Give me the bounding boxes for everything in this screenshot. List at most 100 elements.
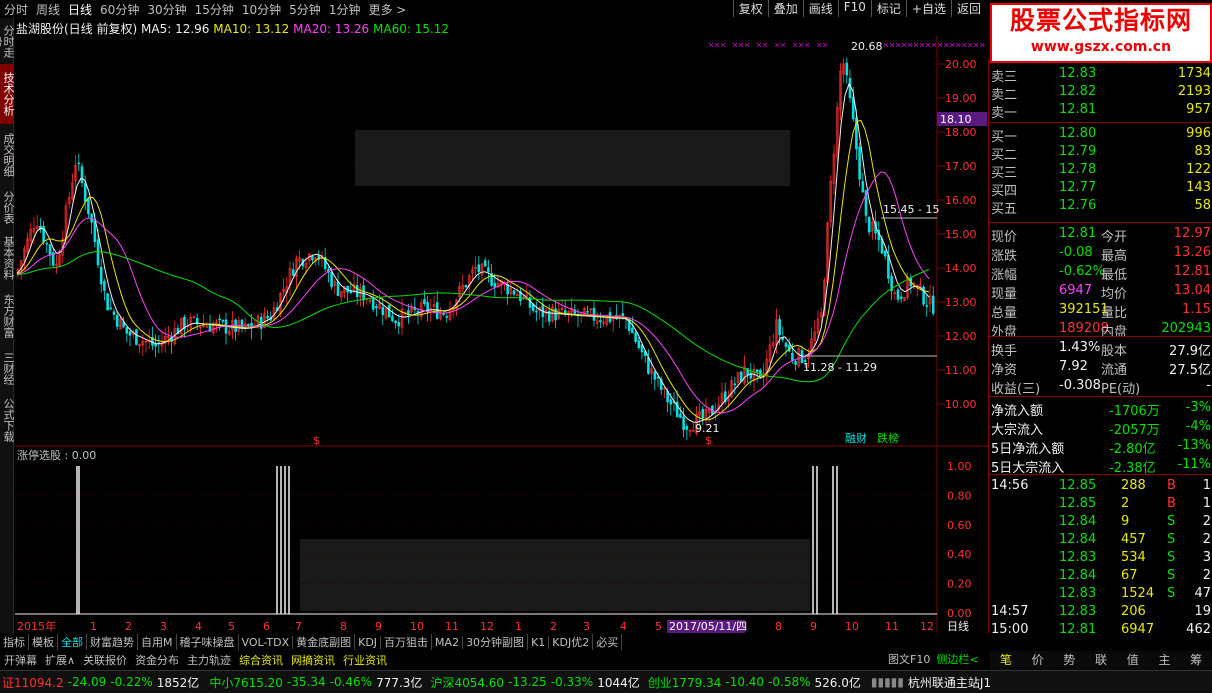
candle-body: [599, 320, 602, 322]
overlay-button[interactable]: 叠加: [767, 0, 803, 17]
x-axis-label: 2015年: [17, 619, 56, 633]
vtab-fenshi[interactable]: 分时走势: [0, 20, 15, 62]
info-tab[interactable]: 综合资讯: [235, 652, 287, 668]
indicator-tab[interactable]: 自用M: [138, 634, 177, 650]
vtab-tech[interactable]: 技术分析: [0, 64, 15, 124]
indicator-tab[interactable]: 财富趋势: [87, 634, 138, 650]
candle-body: [701, 408, 705, 419]
vtab-deals[interactable]: 成交明细: [0, 126, 15, 184]
f10-button[interactable]: F10: [837, 0, 871, 17]
panel-tab[interactable]: 势: [1053, 651, 1085, 670]
vtab-eastmoney[interactable]: 东方财富: [0, 288, 15, 344]
tab-daily[interactable]: 日线: [64, 1, 96, 18]
mark-button[interactable]: 标记: [870, 0, 906, 17]
panel-tab[interactable]: 主: [1149, 651, 1181, 670]
panel-tab[interactable]: 价: [1022, 651, 1054, 670]
info-tab[interactable]: 主力轨迹: [183, 652, 235, 668]
zx-index[interactable]: 中小7615.20: [207, 674, 285, 691]
info-tab[interactable]: 开弹幕: [0, 652, 41, 668]
tab-15min[interactable]: 15分钟: [191, 1, 238, 18]
x-axis-label: 2: [125, 620, 132, 633]
info-tab[interactable]: 资金分布: [131, 652, 183, 668]
tick-side: S: [1167, 514, 1176, 529]
bid-level-label: 买五: [991, 202, 1018, 217]
indicator-tab[interactable]: 模板: [29, 634, 58, 650]
indicator-tab[interactable]: 30分钟副图: [463, 634, 529, 650]
hs-index[interactable]: 沪深4054.60: [428, 674, 506, 691]
cy-index[interactable]: 创业1779.34: [646, 674, 724, 691]
candle-body: [48, 244, 52, 256]
ytick-label: 14.00: [945, 262, 977, 275]
info-tab[interactable]: 网摘资讯: [287, 652, 339, 668]
f10-text-button[interactable]: 图文F10: [888, 651, 930, 667]
candle-body: [135, 329, 138, 345]
indicator-tab[interactable]: 稽子味操盘: [177, 634, 239, 650]
info-tab[interactable]: 扩展∧: [41, 652, 79, 668]
candle-body: [621, 313, 625, 317]
ask-row: 卖二 12.82 2193: [991, 84, 1212, 103]
tab-30min[interactable]: 30分钟: [143, 1, 190, 18]
indicator-tab[interactable]: K1: [528, 635, 550, 649]
tab-more[interactable]: 更多 >: [364, 1, 410, 18]
stat-value: 1.15: [1182, 302, 1211, 317]
add-watchlist-button[interactable]: +自选: [905, 0, 951, 17]
cy-amount: 526.0亿: [814, 675, 861, 690]
fuquan-button[interactable]: 复权: [732, 0, 768, 17]
stat-label: 今开: [1101, 230, 1128, 245]
tag-rongcai[interactable]: 融财: [845, 431, 867, 445]
candle-body: [112, 311, 116, 315]
panel-tabs: 笔价势联值主筹: [990, 651, 1212, 670]
draw-button[interactable]: 画线: [802, 0, 838, 17]
candle-body: [851, 97, 855, 120]
bid-price: 12.78: [1059, 162, 1097, 177]
chart-title: 盐湖股份(日线 前复权): [16, 22, 138, 36]
logo-url: www.gszx.com.cn: [1030, 39, 1172, 55]
vtab-finance[interactable]: 三财经: [0, 346, 15, 390]
back-button[interactable]: 返回: [950, 0, 986, 17]
info-tab[interactable]: 关联报价: [79, 652, 131, 668]
indicator-tab[interactable]: KDJ: [355, 635, 382, 649]
bid-level-label: 买一: [991, 130, 1018, 145]
tag-diebang[interactable]: 跌榜: [877, 431, 899, 445]
panel-tab[interactable]: 值: [1117, 651, 1149, 670]
panel-tab[interactable]: 笔: [990, 651, 1022, 670]
indicator-tab[interactable]: 必买: [593, 634, 623, 650]
flow-pct: -4%: [1185, 419, 1211, 434]
stat-label: PE(动): [1101, 382, 1141, 397]
candle-body: [291, 269, 295, 276]
vtab-basic[interactable]: 基本资料: [0, 230, 15, 286]
tab-5min[interactable]: 5分钟: [285, 1, 325, 18]
indicator-tab[interactable]: 黄金底副图: [293, 634, 356, 650]
ytick-label: 10.00: [945, 398, 977, 411]
server-name[interactable]: 杭州联通主站J1: [906, 674, 993, 691]
bid-price: 12.76: [1059, 198, 1097, 213]
tab-1min[interactable]: 1分钟: [325, 1, 365, 18]
candle-body: [336, 281, 340, 296]
sidebar-toggle[interactable]: 侧边栏<: [936, 651, 978, 667]
candle-body: [80, 166, 84, 184]
indicator-tab[interactable]: VOL-TDX: [239, 635, 294, 649]
indicator-tab[interactable]: 百万狙击: [381, 634, 433, 650]
tab-fenshi[interactable]: 分时: [0, 1, 32, 18]
sh-change: -24.09: [67, 675, 107, 689]
indicator-tab[interactable]: MA2: [432, 635, 464, 649]
sh-amount: 1852亿: [156, 675, 200, 690]
ask-volume: 1734: [1177, 66, 1211, 81]
kline-chart[interactable]: 20.0019.0018.0017.0016.0015.0014.0013.00…: [15, 36, 988, 633]
tab-weekly[interactable]: 周线: [32, 1, 64, 18]
stat-value: 27.5亿: [1169, 363, 1211, 378]
candle-body: [218, 318, 221, 321]
vtab-formula[interactable]: 公式下载: [0, 392, 15, 448]
panel-tab[interactable]: 筹: [1180, 651, 1212, 670]
indicator-tab[interactable]: 指标: [0, 634, 29, 650]
tab-10min[interactable]: 10分钟: [238, 1, 285, 18]
ind-tick-label: 0.40: [947, 548, 972, 561]
vtab-price[interactable]: 分价表: [0, 186, 15, 228]
indicator-tab[interactable]: KDJ优2: [549, 634, 594, 650]
panel-tab[interactable]: 联: [1085, 651, 1117, 670]
indicator-tab[interactable]: 全部: [58, 634, 87, 650]
sh-index[interactable]: 证11094.2: [0, 674, 66, 691]
tick-side: B: [1167, 478, 1176, 493]
tab-60min[interactable]: 60分钟: [96, 1, 143, 18]
info-tab[interactable]: 行业资讯: [339, 652, 391, 668]
